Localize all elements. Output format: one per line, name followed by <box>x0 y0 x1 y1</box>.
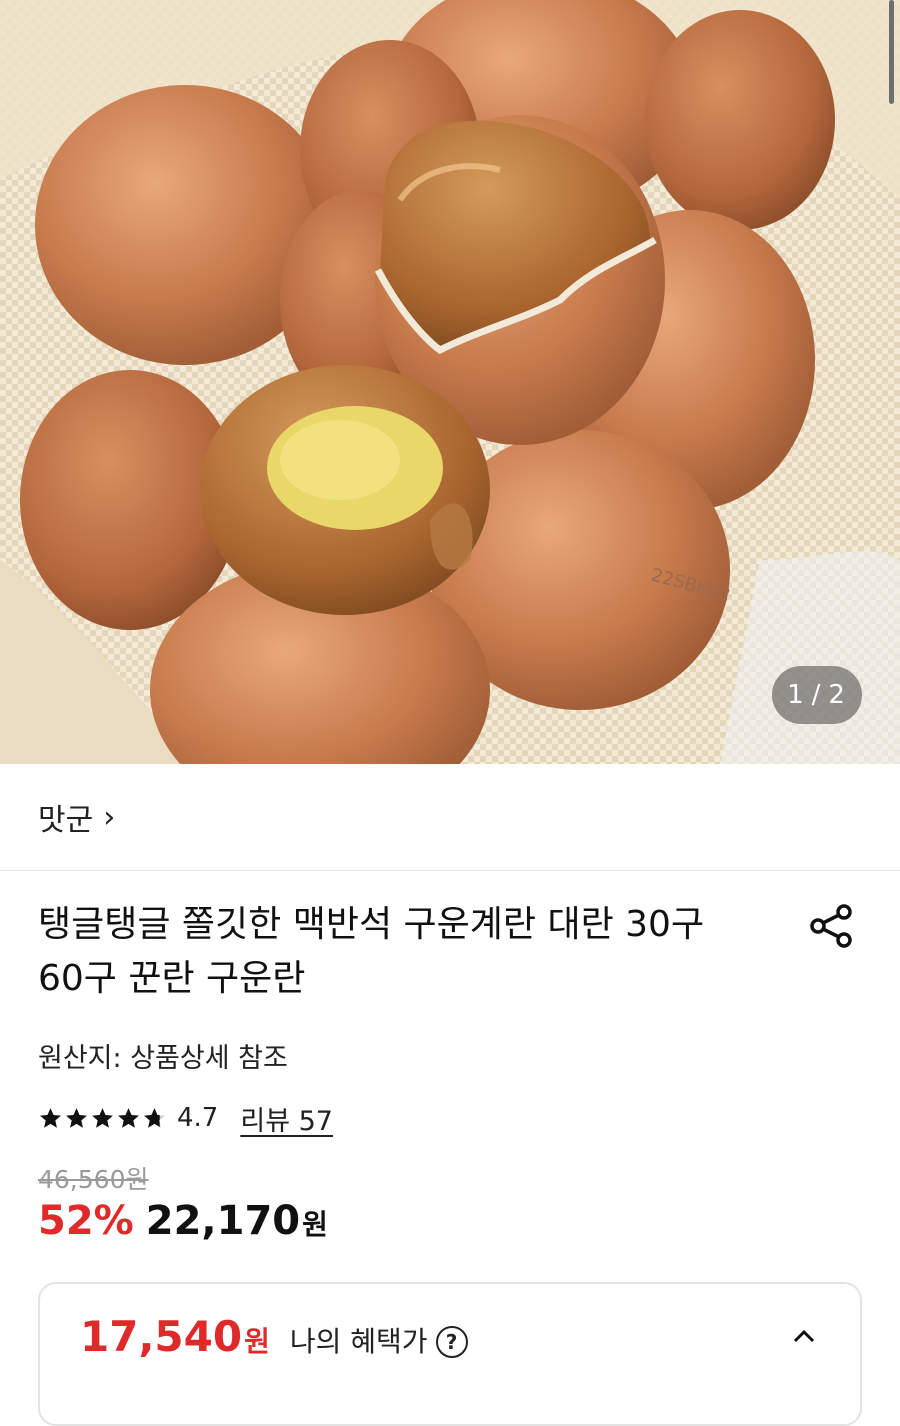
seller-link[interactable]: 맛군 › <box>0 764 900 871</box>
benefit-price: 17,540 <box>80 1312 243 1361</box>
star-icon <box>92 1107 113 1128</box>
price-row: 52% 22,170 원 <box>38 1198 328 1244</box>
benefit-price-row: 17,540 원 나의 혜택가 ? <box>80 1312 468 1361</box>
product-title: 탱글탱글 쫄깃한 맥반석 구운계란 대란 30구 60구 꾼란 구운란 <box>38 904 705 999</box>
image-counter: 1 / 2 <box>772 666 862 724</box>
product-photo: 22SBK22 <box>0 0 900 764</box>
chevron-right-icon: › <box>103 799 116 835</box>
seller-name: 맛군 <box>38 803 94 838</box>
review-count-link[interactable]: 리뷰 57 <box>240 1099 333 1138</box>
image-counter-current: 1 <box>787 680 806 710</box>
page-scrollbar[interactable] <box>889 0 894 104</box>
product-image-gallery[interactable]: 22SBK22 1 / 2 <box>0 0 900 764</box>
discount-rate: 52% <box>38 1198 134 1244</box>
benefit-price-unit: 원 <box>244 1325 270 1358</box>
image-counter-separator: / <box>811 680 823 710</box>
share-icon <box>810 904 852 948</box>
rating-value: 4.7 <box>177 1103 219 1133</box>
star-icon <box>40 1107 61 1128</box>
benefit-price-panel[interactable]: 17,540 원 나의 혜택가 ? <box>38 1282 862 1426</box>
sale-price: 22,170 <box>145 1198 301 1244</box>
sale-price-unit: 원 <box>302 1208 328 1241</box>
original-price: 46,560원 <box>38 1165 149 1194</box>
star-half-icon <box>144 1107 165 1128</box>
rating-row: 4.7 리뷰 57 <box>38 1098 333 1138</box>
share-button[interactable] <box>808 902 856 950</box>
chevron-up-icon[interactable] <box>792 1328 816 1344</box>
origin-info: 원산지: 상품상세 참조 <box>38 1043 288 1074</box>
benefit-label: 나의 혜택가 <box>289 1325 428 1358</box>
image-counter-total: 2 <box>828 680 847 710</box>
star-icon <box>118 1107 139 1128</box>
question-circle-icon[interactable]: ? <box>435 1326 468 1358</box>
rating-stars <box>38 1106 167 1131</box>
star-icon <box>66 1107 87 1128</box>
